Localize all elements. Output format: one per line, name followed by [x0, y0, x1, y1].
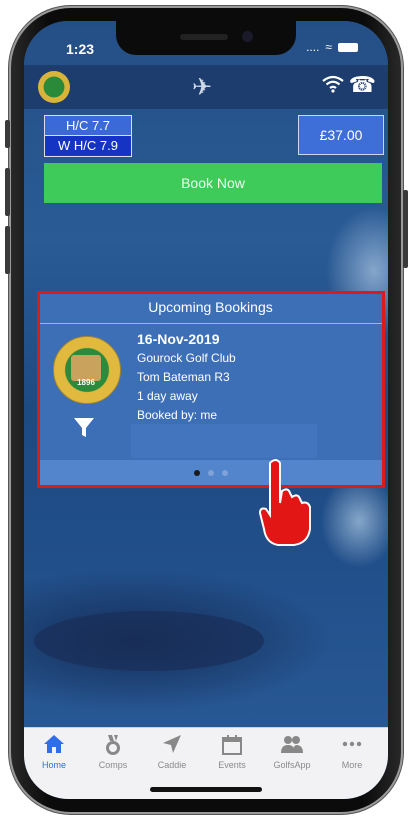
- world-handicap-value: W H/C 7.9: [45, 135, 131, 155]
- book-now-button[interactable]: Book Now: [44, 163, 382, 203]
- signal-icon: ....: [306, 40, 320, 54]
- handicap-value: H/C 7.7: [45, 116, 131, 135]
- tab-golfsapp[interactable]: GolfsApp: [264, 734, 320, 770]
- airplane-icon[interactable]: ✈: [192, 73, 212, 102]
- tab-label: Caddie: [157, 760, 187, 770]
- notch: [116, 21, 296, 55]
- mute-switch: [5, 120, 10, 148]
- hand-pointer-icon: [258, 459, 311, 546]
- app-header: ✈ ☎: [24, 65, 388, 109]
- tab-bar: Home Comps Caddie Events GolfsApp More: [24, 727, 388, 799]
- tab-more[interactable]: More: [324, 734, 380, 770]
- people-icon: [264, 734, 320, 760]
- volume-up-button: [5, 168, 10, 216]
- wifi-status-icon: ≈: [325, 40, 332, 54]
- tab-label: More: [341, 760, 363, 770]
- tab-events[interactable]: Events: [204, 734, 260, 770]
- handicap-box[interactable]: H/C 7.7 W H/C 7.9: [44, 115, 132, 157]
- status-icons: .... ≈: [306, 40, 358, 54]
- tab-label: Home: [41, 760, 66, 770]
- calendar-icon: [204, 734, 260, 760]
- status-time: 1:23: [66, 41, 95, 57]
- wifi-icon[interactable]: [322, 75, 344, 99]
- home-icon: [26, 734, 82, 760]
- battery-icon: [338, 42, 358, 52]
- tab-home[interactable]: Home: [26, 734, 82, 770]
- tab-caddie[interactable]: Caddie: [144, 734, 200, 770]
- highlight-box: [37, 291, 385, 488]
- tab-label: Comps: [98, 760, 128, 770]
- home-indicator[interactable]: [150, 787, 262, 792]
- tab-label: Events: [218, 760, 246, 770]
- more-icon: [324, 734, 380, 760]
- tab-comps[interactable]: Comps: [85, 734, 141, 770]
- volume-down-button: [5, 226, 10, 274]
- medal-icon: [85, 734, 141, 760]
- power-button: [403, 190, 408, 268]
- navigation-icon: [144, 734, 200, 760]
- phone-icon[interactable]: ☎: [349, 72, 376, 98]
- club-logo-icon[interactable]: [38, 71, 70, 103]
- tab-label: GolfsApp: [273, 760, 311, 770]
- screen: 1:23 .... ≈ ✈ ☎ H/C 7.7 W H/C 7.9 £37.00…: [24, 21, 388, 799]
- balance-button[interactable]: £37.00: [298, 115, 384, 155]
